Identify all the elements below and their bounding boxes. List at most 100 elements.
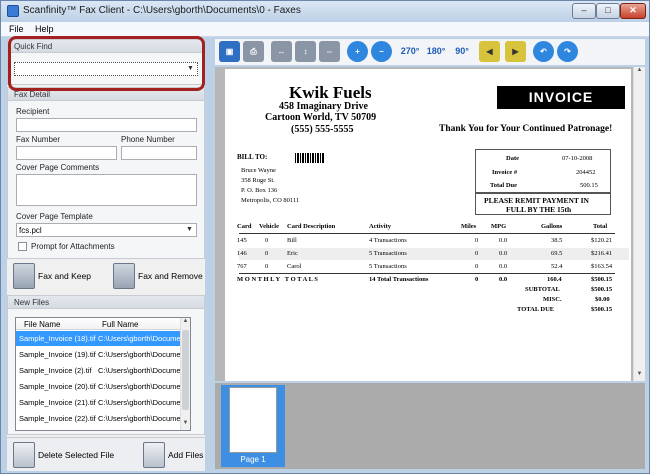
row-full-name: C:\Users\gborth\Documen [98,366,182,375]
cell: 5 Transactions [369,263,407,270]
row-full-name: C:\Users\gborth\Documen [98,350,182,359]
row-file-name: Sample_Invoice (19).tif [19,350,96,359]
thumbnail-label: Page 1 [240,455,266,464]
column-file-name[interactable]: File Name [24,320,60,329]
title-bar: Scanfinity™ Fax Client - C:\Users\gborth… [1,1,649,22]
phone-number-label: Phone Number [121,135,175,144]
cell: 0 [265,250,269,257]
invoice-address-2: Cartoon World, TV 50709 [265,112,377,123]
document-viewer[interactable]: Kwik Fuels 458 Imaginary Drive Cartoon W… [215,67,645,381]
scroll-up-icon[interactable]: ▲ [181,318,190,328]
fit-height-icon[interactable]: ⇔ [319,41,340,62]
column-full-name[interactable]: Full Name [102,320,138,329]
delete-file-label: Delete Selected File [38,450,115,460]
cover-template-select[interactable]: fcs.pcl ▼ [16,223,197,237]
table-row[interactable]: Sample_Invoice (19).tif C:\Users\gborth\… [16,347,182,362]
menu-help[interactable]: Help [35,24,54,34]
print-icon[interactable]: ⎙ [243,41,264,62]
cell: $216.41 [591,250,613,257]
cell: Bill [287,237,297,244]
cell: 5 Transactions [369,250,407,257]
table-row[interactable]: Sample_Invoice (18).tif C:\Users\gborth\… [16,331,182,346]
invoice-company: Kwik Fuels [289,83,372,102]
scroll-down-icon[interactable]: ▼ [181,420,190,430]
zoom-out-icon[interactable]: − [371,41,392,62]
table-row[interactable]: Sample_Invoice (22).tif C:\Users\gborth\… [16,411,182,426]
misc-value: $0.00 [595,296,610,303]
monthly-miles: 0 [475,276,479,283]
maximize-button[interactable]: □ [596,3,620,19]
page-thumbnail[interactable]: Page 1 [221,385,285,467]
viewer-scrollbar[interactable]: ▲ ▼ [633,67,645,381]
scroll-down-icon[interactable]: ▼ [634,371,645,381]
rotate-90-button[interactable]: 90° [451,41,473,62]
undo-icon[interactable]: ↶ [533,41,554,62]
cell: $163.54 [591,263,613,270]
col-mpg: MPG [491,223,507,230]
scroll-thumb[interactable] [182,330,189,410]
table-header: File Name Full Name [16,318,182,330]
cover-template-label: Cover Page Template [16,212,93,221]
menu-bar: File Help [1,22,649,37]
col-total: Total [593,223,608,230]
minimize-button[interactable]: – [572,3,596,19]
delete-file-icon [13,442,35,468]
fax-number-input[interactable] [16,146,117,160]
cell: Carol [287,263,302,270]
add-file-icon [143,442,165,468]
fit-width-icon[interactable]: ↔ [271,41,292,62]
fax-number-label: Fax Number [16,135,61,144]
bill-line: 358 Ruge St. [241,177,275,184]
prompt-attachments-checkbox[interactable] [18,242,27,251]
monthly-totals-label: M O N T H L Y T O T A L S [237,276,318,283]
cell: 145 [237,237,247,244]
bill-line: Bruce Wayne [241,167,276,174]
table-row[interactable]: Sample_Invoice (2).tif C:\Users\gborth\D… [16,363,182,378]
files-scrollbar[interactable]: ▲ ▼ [180,318,190,430]
misc-label: MISC. [543,296,562,303]
scroll-up-icon[interactable]: ▲ [634,67,645,77]
subtotal-value: $500.15 [591,286,613,293]
cell: 0 [475,237,479,244]
monthly-total: $500.15 [591,276,613,283]
row-full-name: C:\Users\gborth\Documen [98,414,182,423]
total-due-footer-value: $500.15 [591,306,613,313]
col-gallons: Gallons [541,223,563,230]
row-file-name: Sample_Invoice (21).tif [19,398,96,407]
monthly-gallons: 160.4 [547,276,562,283]
save-icon[interactable]: ▣ [219,41,240,62]
fax-machine-icon [113,263,135,289]
col-card: Card [237,223,252,230]
previous-page-icon[interactable]: ◀ [479,41,500,62]
row-full-name: C:\Users\gborth\Documen [98,382,182,391]
invoice-page: Kwik Fuels 458 Imaginary Drive Cartoon W… [225,69,631,381]
table-row[interactable]: Sample_Invoice (21).tif C:\Users\gborth\… [16,395,182,410]
cover-comments-textarea[interactable] [16,174,197,206]
cell: 4 Transactions [369,237,407,244]
row-full-name: C:\Users\gborth\Documen [98,334,182,343]
date-value: 07-10-2008 [562,155,593,162]
recipient-input[interactable] [16,118,197,132]
close-button[interactable]: ✕ [620,3,646,19]
zoom-in-icon[interactable]: + [347,41,368,62]
header-rule [239,233,615,234]
redo-icon[interactable]: ↷ [557,41,578,62]
chevron-down-icon[interactable]: ▼ [184,225,195,235]
cell: 0.0 [499,237,508,244]
menu-file[interactable]: File [9,24,24,34]
cell: 0 [475,263,479,270]
invoice-meta-box: Date 07-10-2008 Invoice # 204452 Total D… [475,149,611,193]
phone-number-input[interactable] [121,146,197,160]
rotate-270-button[interactable]: 270° [399,41,421,62]
invoice-phone: (555) 555-5555 [291,124,354,135]
remit-line-2: FULL BY THE 15th [506,205,572,214]
fax-machine-icon [13,263,35,289]
table-row[interactable]: Sample_Invoice (20).tif C:\Users\gborth\… [16,379,182,394]
app-icon [7,5,19,17]
prompt-attachments-label: Prompt for Attachments [31,242,115,251]
fax-detail-group: Fax Detail Recipient Fax Number Phone Nu… [7,87,205,259]
next-page-icon[interactable]: ▶ [505,41,526,62]
fit-page-icon[interactable]: ↕ [295,41,316,62]
rotate-180-button[interactable]: 180° [425,41,447,62]
remit-box: PLEASE REMIT PAYMENT IN FULL BY THE 15th [475,193,611,215]
